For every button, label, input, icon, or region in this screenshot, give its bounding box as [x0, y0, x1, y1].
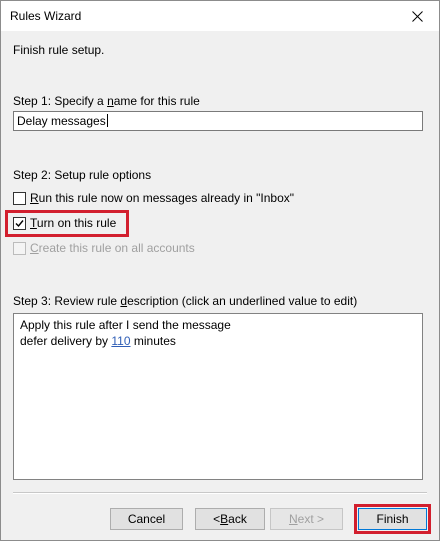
back-pre: < [213, 512, 221, 526]
turn-on-rest: urn on this rule [36, 216, 117, 230]
all-accounts-accel: C [30, 241, 39, 255]
rule-name-value: Delay messages [17, 114, 106, 128]
delay-minutes-link[interactable]: 110 [111, 334, 130, 348]
back-button[interactable]: < Back [195, 508, 265, 530]
all-accounts-label: Create this rule on all accounts [30, 241, 195, 255]
button-separator [13, 492, 427, 494]
title-bar: Rules Wizard [1, 1, 439, 31]
option-turn-on[interactable]: Turn on this rule [13, 215, 116, 231]
rule-description-box: Apply this rule after I send the message… [13, 313, 423, 480]
back-post: ack [228, 512, 247, 526]
close-button[interactable] [395, 1, 439, 31]
turn-on-checkbox[interactable] [13, 216, 26, 230]
description-line-2-post: minutes [130, 334, 176, 348]
run-now-accel: R [30, 191, 39, 205]
finish-button[interactable]: Finish [358, 508, 427, 530]
next-accel: N [288, 512, 298, 526]
all-accounts-rest: reate this rule on all accounts [38, 241, 195, 255]
rule-name-input[interactable]: Delay messages [13, 111, 423, 131]
run-now-label: Run this rule now on messages already in… [30, 191, 294, 205]
step1-heading: Step 1: Specify a name for this rule [13, 94, 200, 108]
step1-heading-accel: n [107, 94, 114, 108]
rules-wizard-dialog: Rules Wizard Finish rule setup. Step 1: … [0, 0, 440, 541]
description-line-2: defer delivery by 110 minutes [20, 333, 416, 349]
turn-on-label: Turn on this rule [30, 216, 116, 230]
step1-heading-pre: Step 1: Specify a [13, 94, 108, 108]
dialog-content: Finish rule setup. Step 1: Specify a nam… [1, 31, 439, 540]
step3-heading: Step 3: Review rule description (click a… [13, 294, 357, 308]
description-line-1: Apply this rule after I send the message [20, 318, 231, 332]
step3-heading-post: escription (click an underlined value to… [127, 294, 358, 308]
text-caret [106, 114, 108, 127]
checkmark-icon [15, 219, 24, 227]
step3-heading-pre: Step 3: Review rule [13, 294, 121, 308]
back-accel: B [220, 512, 229, 526]
close-icon [411, 10, 423, 22]
run-now-checkbox[interactable] [13, 191, 26, 205]
window-title: Rules Wizard [10, 9, 82, 23]
run-now-rest: un this rule now on messages already in … [38, 191, 294, 205]
option-run-now[interactable]: Run this rule now on messages already in… [13, 190, 294, 206]
cancel-button[interactable]: Cancel [110, 508, 183, 530]
instruction-text: Finish rule setup. [13, 43, 105, 57]
turn-on-accel: T [30, 216, 37, 230]
description-line-2-pre: defer delivery by [20, 334, 112, 348]
step1-heading-post: ame for this rule [113, 94, 200, 108]
next-button: Next > [270, 508, 343, 530]
all-accounts-checkbox [13, 241, 26, 255]
next-post: ext > [297, 512, 325, 526]
step2-heading: Step 2: Setup rule options [13, 168, 152, 182]
option-all-accounts: Create this rule on all accounts [13, 240, 195, 256]
